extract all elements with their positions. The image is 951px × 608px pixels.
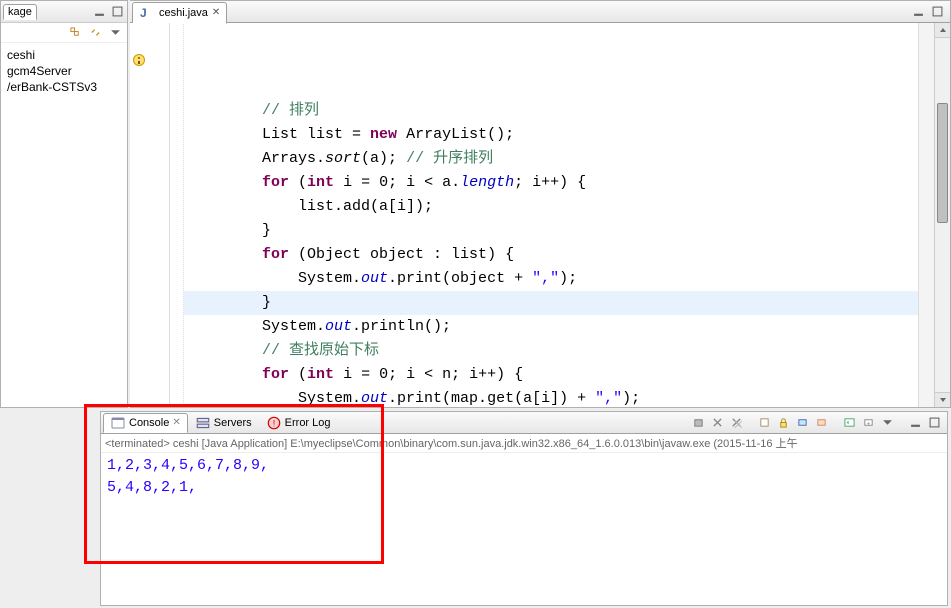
editor-tab-label: ceshi.java xyxy=(159,7,208,19)
minimize-icon[interactable] xyxy=(907,415,923,431)
editor-area: ceshi.java ✕ // 排列 xyxy=(130,0,951,408)
remove-launch-icon[interactable] xyxy=(690,415,706,431)
tree-item[interactable]: ceshi xyxy=(3,47,125,63)
package-explorer-tab[interactable]: kage xyxy=(3,4,37,20)
vertical-scrollbar[interactable] xyxy=(934,23,950,407)
overview-ruler[interactable] xyxy=(918,23,934,407)
display-selected-console-icon[interactable] xyxy=(813,415,829,431)
editor-tabbar: ceshi.java ✕ xyxy=(130,1,950,23)
package-explorer-toolbar xyxy=(1,23,127,43)
console-status-line: <terminated> ceshi [Java Application] E:… xyxy=(101,434,947,453)
servers-tab-label: Servers xyxy=(214,417,252,429)
bottom-tabbar: Console ✕ Servers ! Error Log + xyxy=(101,412,947,434)
pin-console-icon[interactable] xyxy=(794,415,810,431)
tree-item[interactable]: gcm4Server xyxy=(3,63,125,79)
code-line: for (Object object : list) { xyxy=(190,243,912,267)
code-line: } xyxy=(190,291,912,315)
java-file-icon xyxy=(139,5,155,21)
new-console-view-icon[interactable]: + xyxy=(860,415,876,431)
view-menu-icon[interactable] xyxy=(879,415,895,431)
code-line: } xyxy=(190,219,912,243)
clear-console-icon[interactable] xyxy=(756,415,772,431)
marker-ruler[interactable] xyxy=(130,23,170,407)
code-line: System.out.print(map.get(a[i]) + ","); xyxy=(190,387,912,407)
code-line: // 查找原始下标 xyxy=(190,339,912,363)
tree-item[interactable]: /erBank-CSTSv3 xyxy=(3,79,125,95)
editor-body: // 排列 List list = new ArrayList(); Array… xyxy=(130,23,950,407)
close-icon[interactable]: ✕ xyxy=(172,417,180,428)
scroll-down-icon[interactable] xyxy=(935,392,950,407)
fold-ruler[interactable] xyxy=(170,23,184,407)
minimize-icon[interactable] xyxy=(910,4,926,20)
maximize-icon[interactable] xyxy=(926,415,942,431)
close-icon[interactable]: ✕ xyxy=(212,7,220,18)
package-explorer-title: kage xyxy=(8,6,32,18)
errorlog-tab[interactable]: ! Error Log xyxy=(259,413,338,433)
console-output[interactable]: 1,2,3,4,5,6,7,8,9, 5,4,8,2,1, xyxy=(101,453,947,605)
code-line: // 排列 xyxy=(190,99,912,123)
code-line: List list = new ArrayList(); xyxy=(190,123,912,147)
remove-all-terminated-icon[interactable] xyxy=(728,415,744,431)
console-icon xyxy=(110,415,126,431)
minimize-icon[interactable] xyxy=(91,4,107,20)
maximize-icon[interactable] xyxy=(109,4,125,20)
servers-tab[interactable]: Servers xyxy=(188,413,259,433)
console-tab[interactable]: Console ✕ xyxy=(103,413,188,433)
open-console-icon[interactable] xyxy=(841,415,857,431)
scroll-lock-icon[interactable] xyxy=(775,415,791,431)
editor-tab-ceshi[interactable]: ceshi.java ✕ xyxy=(132,2,227,24)
scrollbar-thumb[interactable] xyxy=(937,103,948,223)
code-line: for (int i = 0; i < n; i++) { xyxy=(190,363,912,387)
errorlog-tab-label: Error Log xyxy=(285,417,331,429)
view-menu-icon[interactable] xyxy=(107,25,123,41)
project-tree[interactable]: ceshi gcm4Server /erBank-CSTSv3 xyxy=(1,43,127,99)
maximize-icon[interactable] xyxy=(929,4,945,20)
collapse-all-icon[interactable] xyxy=(67,25,83,41)
svg-text:+: + xyxy=(866,420,870,427)
remove-all-launches-icon[interactable] xyxy=(709,415,725,431)
servers-icon xyxy=(195,415,211,431)
errorlog-icon: ! xyxy=(266,415,282,431)
warning-marker-icon[interactable] xyxy=(132,53,146,67)
link-editor-icon[interactable] xyxy=(87,25,103,41)
code-editor[interactable]: // 排列 List list = new ArrayList(); Array… xyxy=(184,23,918,407)
console-panel: Console ✕ Servers ! Error Log + xyxy=(100,411,948,606)
svg-text:!: ! xyxy=(272,418,275,428)
console-tab-label: Console xyxy=(129,417,169,429)
view-tabbar: kage xyxy=(1,1,127,23)
code-line: System.out.println(); xyxy=(190,315,912,339)
code-line: for (int i = 0; i < a.length; i++) { xyxy=(190,171,912,195)
scroll-up-icon[interactable] xyxy=(935,23,950,38)
code-line: list.add(a[i]); xyxy=(190,195,912,219)
code-line: Arrays.sort(a); // 升序排列 xyxy=(190,147,912,171)
code-line: System.out.print(object + ","); xyxy=(190,267,912,291)
package-explorer-view: kage ceshi gcm4Server /erBank-CST xyxy=(0,0,128,408)
